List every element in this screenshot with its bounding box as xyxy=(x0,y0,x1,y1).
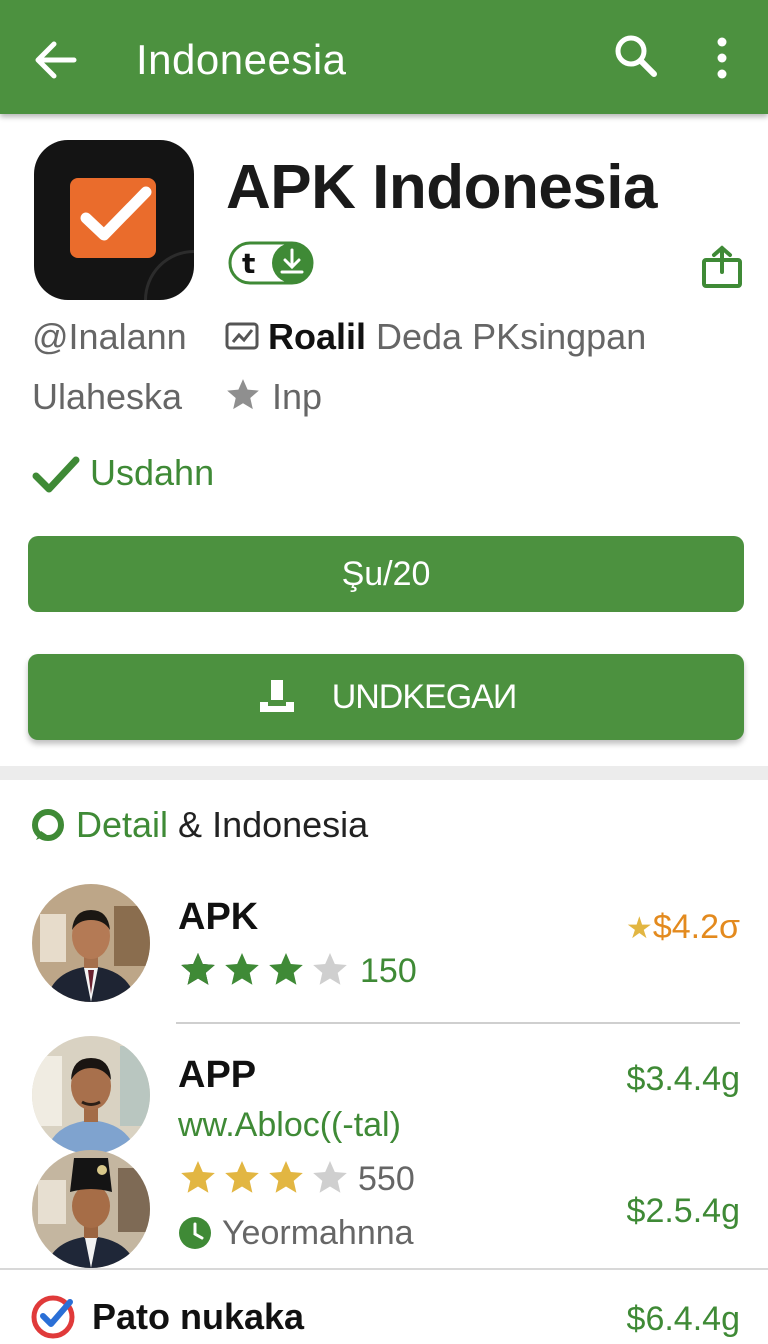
list-item-title[interactable]: Pato nukaka xyxy=(92,1296,304,1338)
install-button-label: UNDKEGAИ xyxy=(331,677,518,716)
install-status: Usdahn xyxy=(90,452,215,493)
list-separator xyxy=(176,1022,740,1024)
price-star-icon: ★ xyxy=(625,912,653,945)
star-rating-icon xyxy=(181,1161,347,1193)
item-price[interactable]: $3.4.4g xyxy=(627,1060,740,1099)
item-status: Yeormahnna xyxy=(222,1214,414,1252)
checkmark-icon xyxy=(32,456,80,493)
list-item-subtitle[interactable]: ww.Abloc((-tal) xyxy=(178,1106,401,1145)
star-icon xyxy=(227,379,259,410)
item-price[interactable]: $6.4.4g xyxy=(627,1300,740,1339)
price-button-label: Şu/20 xyxy=(341,554,431,593)
list-item-title[interactable]: APK xyxy=(178,896,258,939)
avatar[interactable] xyxy=(32,1150,150,1268)
rating-badge-icon: t xyxy=(228,241,314,285)
section-title: Detail & Indonesia xyxy=(76,804,369,845)
avatar[interactable] xyxy=(32,884,150,1002)
back-arrow-icon[interactable] xyxy=(30,34,82,86)
more-options-icon[interactable] xyxy=(710,36,734,80)
rating-label: Inp xyxy=(272,376,323,417)
item-price[interactable]: $2.5.4g xyxy=(627,1192,740,1231)
list-item-title[interactable]: APP xyxy=(178,1054,256,1097)
download-icon xyxy=(259,680,294,712)
list-separator xyxy=(0,1268,768,1270)
share-icon[interactable] xyxy=(700,244,744,288)
app-bar: Indoneesia xyxy=(0,0,768,114)
chat-bubble-icon xyxy=(32,809,64,841)
review-count: 150 xyxy=(360,952,417,990)
star-rating-icon xyxy=(181,953,347,985)
clock-icon xyxy=(179,1217,211,1249)
price-button[interactable]: Şu/20 xyxy=(28,536,744,612)
review-count: 550 xyxy=(358,1160,415,1198)
section-divider xyxy=(0,766,768,780)
verified-badge-icon xyxy=(31,1295,75,1339)
category-label: Ulaheska xyxy=(32,376,183,417)
release-info: Roalil Deda PKsingpan xyxy=(268,316,647,357)
svg-text:t: t xyxy=(242,247,255,280)
app-name: APK Indonesia xyxy=(226,153,658,222)
release-icon xyxy=(225,322,259,350)
app-icon xyxy=(34,140,194,300)
app-bar-title: Indoneesia xyxy=(136,36,347,83)
developer-handle[interactable]: @Inalann xyxy=(32,316,187,358)
install-button[interactable]: UNDKEGAИ xyxy=(28,654,744,740)
search-icon[interactable] xyxy=(610,30,660,80)
avatar[interactable] xyxy=(32,1036,150,1154)
item-price[interactable]: ★$4.2σ xyxy=(626,908,740,947)
